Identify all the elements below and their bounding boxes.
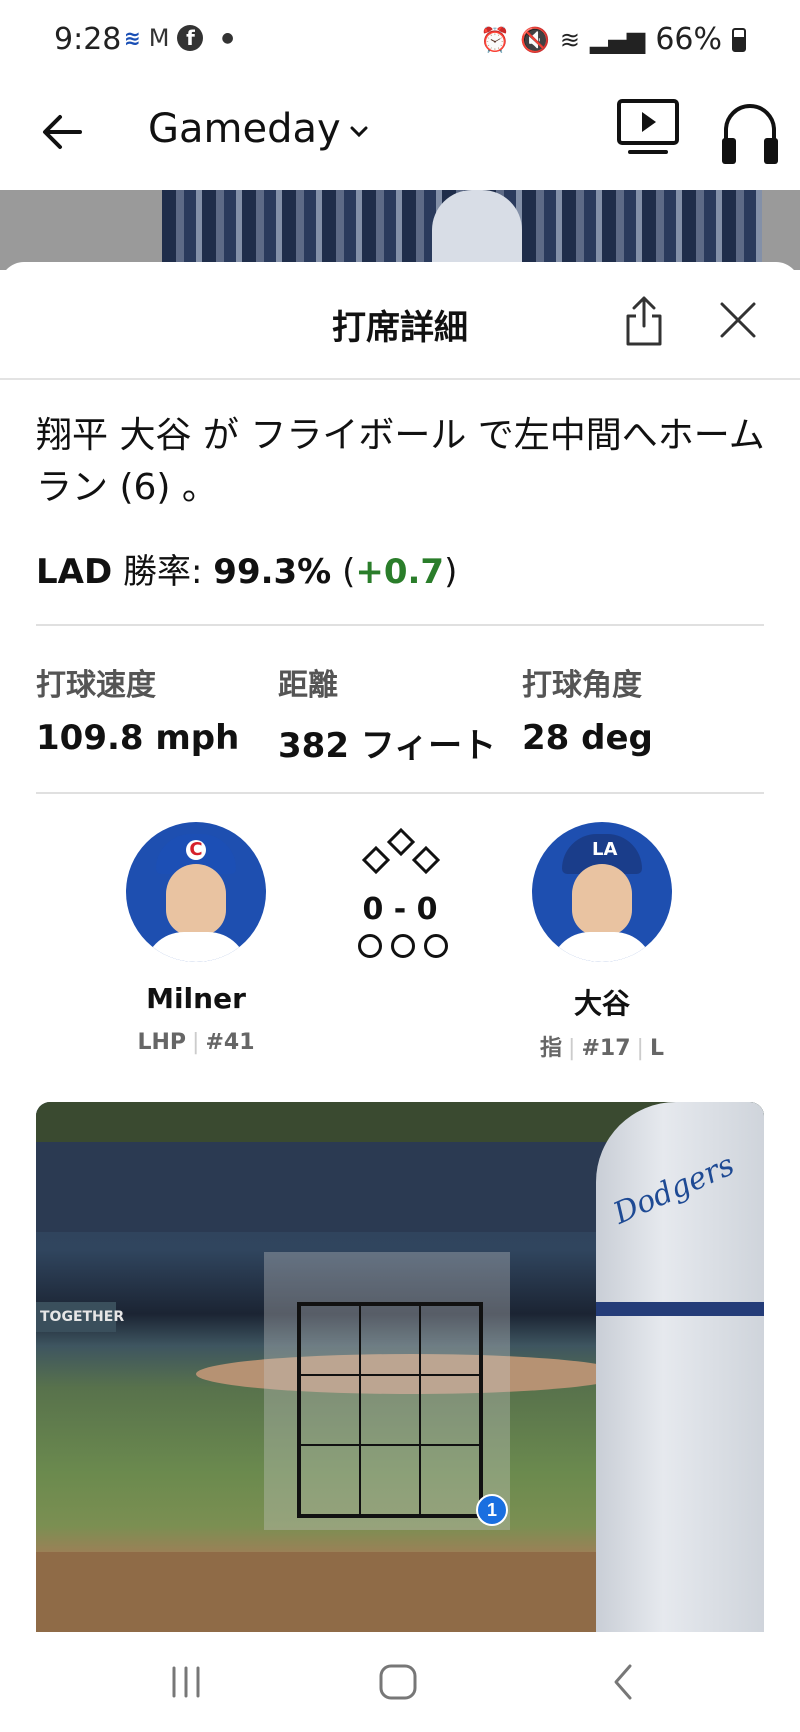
home-button[interactable] [368,1656,428,1708]
win-prob-delta: +0.7 [355,552,445,592]
ball-strike-count: 0 - 0 [362,892,438,927]
win-prob-label: 勝率: [123,552,203,592]
headphones-icon [722,104,778,164]
background-video [0,190,800,270]
at-bat-detail-sheet: 打席詳細 翔平 大谷 が フライボール で左中間へホームラン (6) 。 LAD… [0,262,800,1632]
close-button[interactable] [716,298,760,342]
sheet-header: 打席詳細 [0,262,800,380]
matchup: C 0 - 0 LA Milner LHP | #41 大谷 指 | #17 | L [0,822,800,1072]
gameday-dropdown[interactable]: Gameday [148,106,369,152]
close-icon [720,302,756,338]
video-play-icon [617,99,679,154]
pitcher-avatar[interactable]: C [126,822,266,962]
stat-exit-velocity: 打球速度 109.8 mph [36,660,239,758]
gmail-icon: M [148,24,170,52]
battery-level: 66% [655,22,722,57]
second-base-icon [386,827,416,857]
stat-label: 打球速度 [36,668,156,703]
stat-distance: 距離 382 フィート [278,660,496,767]
system-nav-bar [0,1632,800,1732]
facebook-icon: f [177,25,204,51]
divider [36,624,764,626]
sheet-title: 打席詳細 [332,308,468,348]
back-nav-button[interactable] [594,1656,654,1708]
batter-number: #17 [581,1036,631,1061]
status-right: ⏰ 🔇 ≋ ▂▄▆ 66% [480,22,746,57]
audio-button[interactable] [718,98,782,168]
dot-icon: ● [221,30,234,46]
dodgers-logo-icon: LA [592,839,618,860]
pitcher-number: #41 [205,1030,255,1055]
bases-diamond [361,827,441,875]
out-dot-icon [358,934,382,958]
pitcher-info: LHP | #41 [137,1030,255,1055]
recent-apps-button[interactable] [156,1656,216,1708]
divider [36,792,764,794]
win-prob-value: 99.3% [213,552,332,592]
cubs-logo-icon: C [186,840,206,860]
out-dot-icon [391,934,415,958]
pitch-marker[interactable]: 1 [476,1494,508,1526]
third-base-icon [361,845,391,875]
back-button[interactable] [36,106,88,158]
back-chevron-icon [614,1664,632,1700]
win-probability: LAD 勝率: 99.3% (+0.7) [36,544,457,593]
pitch-location-view[interactable]: TOGETHER Dodgers 1 [36,1102,764,1632]
batter-position: 指 [540,1036,563,1061]
battery-icon [732,27,746,52]
chevron-down-icon [350,126,368,138]
home-icon [379,1664,417,1700]
app-title: Gameday [148,106,341,152]
player-silhouette [432,190,522,270]
signal-icon: ▂▄▆ [589,25,646,54]
stat-value: 109.8 mph [36,718,240,758]
batter-bats: L [649,1036,664,1061]
batter-info: 指 | #17 | L [540,1036,664,1061]
outfield-wall-sign: TOGETHER [36,1302,124,1332]
share-icon [626,296,662,346]
out-dot-icon [424,934,448,958]
status-bar: 9:28 ≋ M f ● ⏰ 🔇 ≋ ▂▄▆ 66% [0,0,800,84]
video-button[interactable] [616,98,680,158]
batter-name[interactable]: 大谷 [502,982,702,1022]
strike-zone-grid [297,1302,483,1518]
app-bar: Gameday [0,84,800,190]
pitcher-throws: LHP [137,1030,187,1055]
app-notification-icon: ≋ [124,26,141,50]
back-arrow-icon [43,115,82,149]
pitcher-name[interactable]: Milner [96,982,296,1015]
play-description: 翔平 大谷 が フライボール で左中間へホームラン (6) 。 [36,415,765,508]
win-prob-delta-wrap: (+0.7) [342,552,458,592]
stat-value: 382 フィート [278,726,497,766]
stat-label: 打球角度 [522,668,642,703]
share-button[interactable] [620,292,668,348]
alarm-icon: ⏰ [480,25,510,54]
win-prob-team: LAD [36,552,113,592]
stat-label: 距離 [278,668,338,703]
batter-figure: Dodgers [596,1102,764,1632]
batter-avatar[interactable]: LA [532,822,672,962]
mute-icon: 🔇 [519,25,550,54]
notification-icons: ≋ M f ● [124,24,234,52]
video-thumbnail [162,190,762,270]
status-time: 9:28 [54,22,122,57]
hit-stats: 打球速度 109.8 mph 距離 382 フィート 打球角度 28 deg [36,660,764,780]
stat-value: 28 deg [522,718,653,758]
wifi-icon: ≋ [559,25,580,54]
stat-launch-angle: 打球角度 28 deg [522,660,653,758]
first-base-icon [411,845,441,875]
dodgers-jersey-script: Dodgers [608,1147,740,1232]
recent-apps-icon [172,1666,200,1698]
outs-indicator [358,934,448,960]
